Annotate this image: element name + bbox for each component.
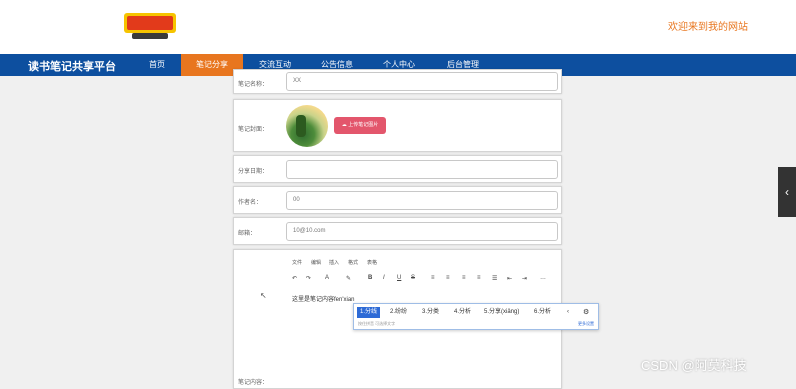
menu-insert[interactable]: 插入 bbox=[329, 259, 339, 266]
outdent-icon[interactable]: ⇤ bbox=[507, 275, 512, 282]
ime-hint: 按住拼音 可选择文字 bbox=[358, 321, 396, 326]
email-label: 邮箱： bbox=[238, 231, 257, 237]
welcome-text: 欢迎来到我的网站 bbox=[668, 22, 748, 33]
site-brand[interactable]: 读书笔记共享平台 bbox=[28, 58, 116, 74]
ime-candidate-4[interactable]: 4.分析 bbox=[454, 307, 471, 318]
ime-prev-icon[interactable]: ‹ bbox=[567, 307, 569, 318]
side-collapse-button[interactable]: ‹ bbox=[778, 167, 796, 217]
upload-image-button[interactable]: ☁ 上传笔记图片 bbox=[334, 117, 386, 134]
align-left-icon[interactable]: ≡ bbox=[431, 275, 435, 281]
csdn-watermark: CSDN @阿莫科技 bbox=[641, 358, 747, 373]
logo[interactable] bbox=[122, 9, 178, 43]
form-row-email: 邮箱： 10@10.com bbox=[233, 217, 562, 245]
text-color-icon[interactable]: A bbox=[325, 275, 329, 281]
list-icon[interactable]: ☰ bbox=[492, 275, 497, 282]
top-header: 欢迎来到我的网站 bbox=[0, 0, 796, 54]
undo-icon[interactable]: ↶ bbox=[292, 275, 297, 282]
mouse-cursor-icon: ↖ bbox=[260, 291, 267, 300]
menu-file[interactable]: 文件 bbox=[292, 259, 302, 266]
italic-icon[interactable]: I bbox=[383, 275, 385, 281]
ime-candidate-5[interactable]: 5.分享(xiǎng) bbox=[484, 307, 519, 318]
cover-label: 笔记封面： bbox=[238, 127, 269, 133]
justify-icon[interactable]: ≡ bbox=[477, 275, 481, 281]
title-label: 笔记名称： bbox=[238, 82, 269, 88]
form-row-date: 分享日期： bbox=[233, 155, 562, 183]
tree-graphic bbox=[296, 115, 306, 137]
menu-edit[interactable]: 编辑 bbox=[311, 259, 321, 266]
ime-candidate-3[interactable]: 3.分类 bbox=[422, 307, 439, 318]
more-icon[interactable]: … bbox=[540, 275, 546, 281]
ime-settings-icon[interactable]: ⚙ bbox=[583, 307, 589, 318]
date-input[interactable] bbox=[286, 160, 558, 179]
align-center-icon[interactable]: ≡ bbox=[446, 275, 450, 281]
highlight-icon[interactable]: ✎ bbox=[346, 275, 351, 282]
ime-candidate-box: 1.分线 2.纷纷 3.分类 4.分析 5.分享(xiǎng) 6.分析 ‹ ⚙… bbox=[353, 303, 599, 330]
ime-candidate-1[interactable]: 1.分线 bbox=[357, 307, 381, 318]
menu-format[interactable]: 格式 bbox=[348, 259, 358, 266]
author-label: 作者名： bbox=[238, 200, 263, 206]
form-row-cover: 笔记封面： ☁ 上传笔记图片 bbox=[233, 99, 562, 152]
bold-icon[interactable]: B bbox=[368, 275, 372, 281]
chevron-left-icon: ‹ bbox=[785, 185, 789, 199]
email-input[interactable]: 10@10.com bbox=[286, 222, 558, 241]
cloud-upload-icon: ☁ bbox=[341, 122, 347, 128]
redo-icon[interactable]: ↷ bbox=[306, 275, 311, 282]
ime-candidate-6[interactable]: 6.分析 bbox=[534, 307, 551, 318]
menu-table[interactable]: 表格 bbox=[367, 259, 377, 266]
underline-icon[interactable]: U bbox=[397, 275, 401, 281]
nav-home[interactable]: 首页 bbox=[134, 54, 180, 76]
form-row-author: 作者名： 00 bbox=[233, 186, 562, 214]
align-right-icon[interactable]: ≡ bbox=[462, 275, 466, 281]
cover-image bbox=[286, 105, 328, 147]
ime-candidate-2[interactable]: 2.纷纷 bbox=[390, 307, 407, 318]
author-input[interactable]: 00 bbox=[286, 191, 558, 210]
indent-icon[interactable]: ⇥ bbox=[522, 275, 527, 282]
upload-button-label: 上传笔记图片 bbox=[348, 122, 379, 128]
form-row-title: 笔记名称： XX bbox=[233, 69, 562, 94]
ime-more-link[interactable]: 更多设置 bbox=[578, 321, 594, 327]
date-label: 分享日期： bbox=[238, 169, 269, 175]
title-input[interactable]: XX bbox=[286, 72, 558, 91]
editor-content[interactable]: 这里是笔记内容fen'xian bbox=[292, 294, 355, 303]
strikethrough-icon[interactable]: S bbox=[411, 275, 415, 281]
